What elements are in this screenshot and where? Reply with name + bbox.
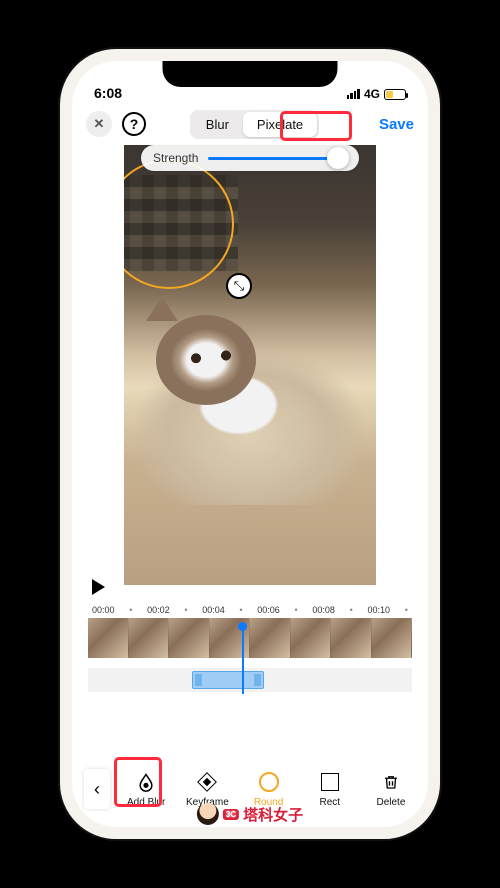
toolbar-back-button[interactable]: ‹ <box>84 769 110 809</box>
video-preview[interactable]: ⤡ <box>124 145 376 585</box>
round-icon <box>257 770 281 794</box>
timeline: 00:00• 00:02• 00:04• 00:06• 00:08• 00:10… <box>88 605 412 692</box>
time-label: 00:06 <box>257 605 280 615</box>
rect-button[interactable]: Rect <box>305 770 355 808</box>
segment-pixelate[interactable]: Pixelate <box>243 112 317 137</box>
strength-label: Strength <box>153 151 198 165</box>
slider-thumb[interactable] <box>327 147 349 169</box>
strength-panel: Strength <box>141 145 359 171</box>
time-label: 00:10 <box>367 605 390 615</box>
play-button[interactable] <box>92 579 105 595</box>
notch <box>163 61 338 87</box>
watermark-text: 塔科女子 <box>243 804 303 825</box>
effect-track[interactable] <box>88 668 412 692</box>
playhead[interactable] <box>242 626 244 694</box>
tool-label: Delete <box>376 797 405 808</box>
thumbnail-strip[interactable] <box>88 618 412 658</box>
battery-icon <box>384 89 406 100</box>
video-content <box>136 305 364 505</box>
droplet-icon <box>134 770 158 794</box>
network-label: 4G <box>364 87 380 101</box>
time-label: 00:02 <box>147 605 170 615</box>
add-blur-button[interactable]: Add Blur <box>121 770 171 808</box>
help-button[interactable]: ? <box>122 112 146 136</box>
watermark-badge: 3C <box>223 809 239 820</box>
delete-button[interactable]: Delete <box>366 770 416 808</box>
watermark-avatar-icon <box>197 803 219 825</box>
tool-label: Add Blur <box>127 797 165 808</box>
blur-clip[interactable] <box>192 671 264 689</box>
phone-frame: 6:08 4G ✕ ? Blur Pixelate Save ⤡ Strengt… <box>60 49 440 839</box>
trash-icon <box>379 770 403 794</box>
keyframe-icon <box>195 770 219 794</box>
status-right: 4G <box>347 87 406 101</box>
screen: 6:08 4G ✕ ? Blur Pixelate Save ⤡ Strengt… <box>72 61 428 827</box>
time-label: 00:00 <box>92 605 115 615</box>
time-ruler: 00:00• 00:02• 00:04• 00:06• 00:08• 00:10… <box>88 605 412 618</box>
tool-label: Rect <box>319 797 340 808</box>
status-time: 6:08 <box>94 85 122 101</box>
watermark: 3C 塔科女子 <box>197 803 303 825</box>
time-label: 00:04 <box>202 605 225 615</box>
top-bar: ✕ ? Blur Pixelate Save <box>72 103 428 145</box>
strength-slider[interactable] <box>208 157 347 160</box>
resize-handle-icon[interactable]: ⤡ <box>226 273 252 299</box>
time-label: 00:08 <box>312 605 335 615</box>
rect-icon <box>318 770 342 794</box>
close-button[interactable]: ✕ <box>86 111 112 137</box>
effect-segmented-control: Blur Pixelate <box>190 110 319 139</box>
signal-icon <box>347 89 360 99</box>
segment-blur[interactable]: Blur <box>192 112 243 137</box>
save-button[interactable]: Save <box>363 116 414 133</box>
